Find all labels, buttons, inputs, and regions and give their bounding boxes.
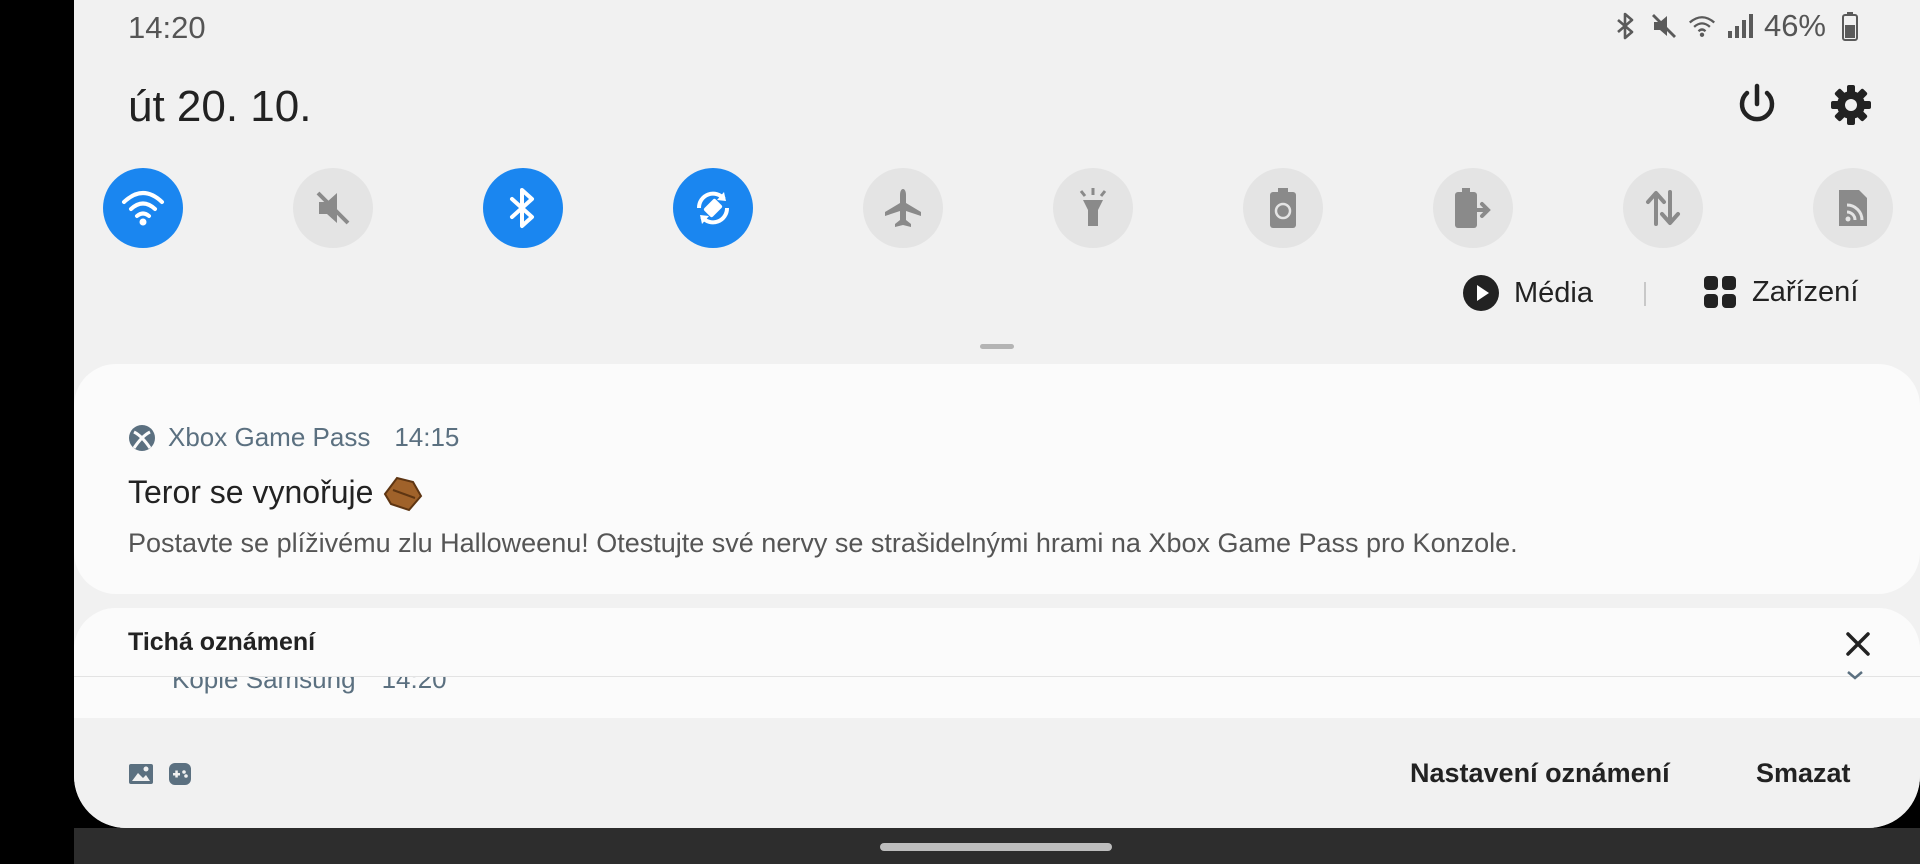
coffin-icon (384, 476, 423, 512)
shade-footer: Nastavení oznámení Smazat (74, 718, 1920, 828)
notification-title-row: Teror se vynořuje (128, 472, 425, 512)
tile-nfc[interactable] (1813, 168, 1893, 248)
chevron-down-icon[interactable] (1846, 670, 1864, 680)
divider (74, 676, 1920, 677)
app-name: Xbox Game Pass (168, 422, 371, 452)
drag-handle[interactable] (980, 344, 1014, 349)
silent-header-bg (74, 608, 1920, 676)
battery-percent: 46% (1763, 8, 1826, 43)
xbox-icon (129, 424, 155, 451)
gallery-icon (129, 764, 153, 784)
data-arrows-icon (1646, 190, 1680, 226)
settings-button[interactable] (1828, 82, 1874, 128)
power-icon (1739, 83, 1775, 122)
divider (1644, 282, 1646, 306)
date: út 20. 10. (128, 82, 312, 131)
tile-mobile-data[interactable] (1623, 168, 1703, 248)
airplane-icon (885, 189, 921, 227)
notification-card[interactable]: Xbox Game Pass 14:15 Teror se vynořuje P… (74, 364, 1920, 594)
notification-header: Xbox Game Pass 14:15 (128, 422, 459, 453)
battery-icon (1836, 10, 1864, 42)
devices-label: Zařízení (1752, 275, 1859, 308)
devices-button[interactable]: Zařízení (1702, 274, 1858, 310)
close-icon (1846, 632, 1870, 656)
bluetooth-icon (510, 188, 534, 228)
wifi-icon (1688, 10, 1716, 42)
silent-section-title: Tichá oznámení (128, 628, 316, 656)
notification-title: Teror se vynořuje (128, 473, 374, 510)
tile-mute[interactable] (293, 168, 373, 248)
power-button[interactable] (1734, 82, 1780, 128)
mute-icon (316, 191, 350, 225)
play-icon (1463, 275, 1499, 311)
tile-power-saving[interactable] (1243, 168, 1323, 248)
notification-time: 14:15 (394, 422, 460, 452)
auto-rotate-icon (696, 191, 730, 225)
tile-auto-rotate[interactable] (673, 168, 753, 248)
home-indicator[interactable] (880, 843, 1112, 851)
wifi-icon (122, 191, 164, 226)
nfc-icon (1839, 190, 1867, 226)
tile-wireless-powershare[interactable] (1433, 168, 1513, 248)
clear-all-button[interactable]: Smazat (1756, 758, 1851, 789)
status-time: 14:20 (128, 10, 206, 45)
devices-grid-icon (1704, 276, 1736, 308)
signal-icon (1726, 10, 1754, 42)
status-icons: 46% (1612, 8, 1864, 44)
tile-flashlight[interactable] (1053, 168, 1133, 248)
gear-icon (1831, 85, 1871, 125)
media-label: Média (1514, 276, 1593, 309)
notification-shade: 14:20 46% út 20. 10. Média Zařízení Xbox… (74, 0, 1920, 828)
battery-recycle-icon (1270, 188, 1296, 228)
flashlight-icon (1079, 188, 1107, 226)
notification-body: Postavte se plíživému zlu Halloweenu! Ot… (128, 528, 1518, 558)
game-icon (169, 763, 191, 785)
close-silent-button[interactable] (1842, 628, 1874, 660)
mute-icon (1650, 10, 1678, 42)
tile-wifi[interactable] (103, 168, 183, 248)
tile-airplane-mode[interactable] (863, 168, 943, 248)
silent-notifications-section: Kopie Samsung 14:20 Tichá oznámení (74, 608, 1920, 718)
media-button[interactable]: Média (1462, 274, 1593, 312)
notification-settings-button[interactable]: Nastavení oznámení (1410, 758, 1670, 789)
bluetooth-icon (1612, 10, 1640, 42)
footer-app-icons (128, 762, 192, 786)
powershare-icon (1455, 188, 1491, 228)
tile-bluetooth[interactable] (483, 168, 563, 248)
